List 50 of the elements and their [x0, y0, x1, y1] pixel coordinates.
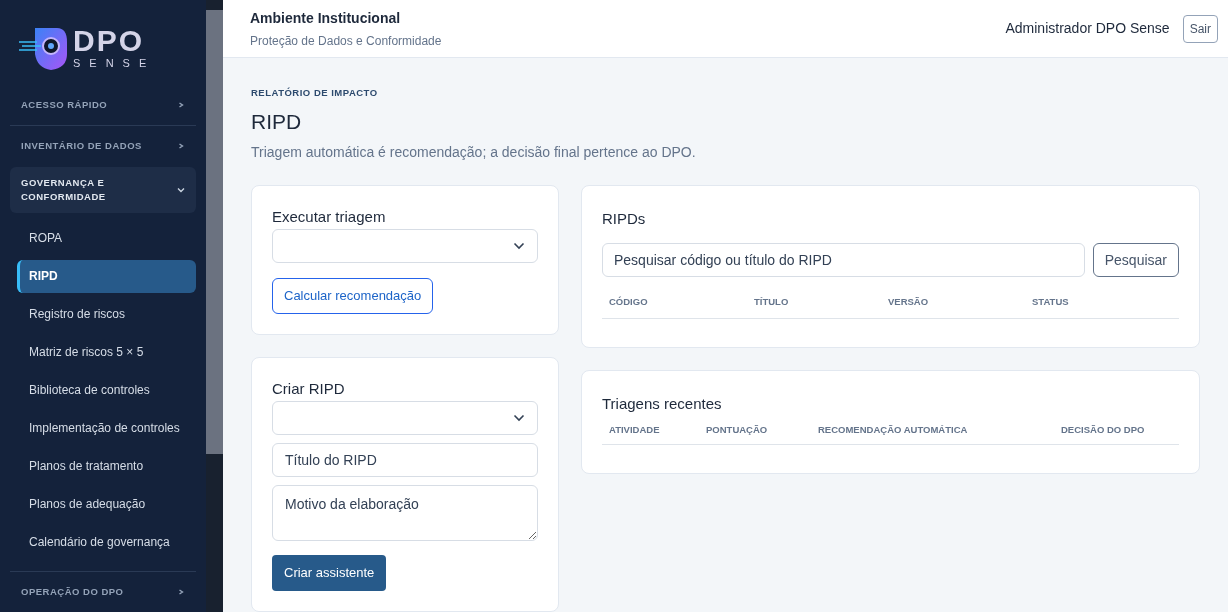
chevron-down-icon: [513, 242, 525, 251]
reason-textarea[interactable]: Motivo da elaboração: [272, 485, 538, 542]
column-header: CÓDIGO: [609, 295, 649, 310]
sidebar-group[interactable]: GOVERNANÇA E CONFORMIDADE: [10, 167, 196, 213]
card-title: Criar RIPD: [272, 378, 346, 399]
column-header: TÍTULO: [754, 295, 790, 310]
calculate-button[interactable]: Calcular recomendação: [272, 278, 434, 314]
sidebar-group[interactable]: ACESSO RÁPIDO: [10, 85, 196, 125]
select-field[interactable]: [272, 401, 538, 436]
sidebar-item[interactable]: ROPA: [17, 222, 196, 255]
scrollbar-thumb[interactable]: [206, 10, 223, 454]
sidebar-item[interactable]: Biblioteca de controles: [17, 374, 196, 407]
sidebar-item[interactable]: Implementação de controles: [17, 412, 196, 445]
sidebar-item[interactable]: Planos de adequação: [17, 488, 196, 521]
logo-title: DPO: [73, 26, 145, 56]
page-title: RIPD: [251, 109, 303, 136]
header-title: Ambiente Institucional: [250, 8, 402, 28]
scrollbar[interactable]: [206, 0, 223, 612]
sidebar-group[interactable]: OPERAÇÃO DO DPO: [10, 572, 196, 612]
column-header: STATUS: [1032, 295, 1070, 310]
logo-subtitle: SENSE: [73, 58, 156, 69]
column-header: RECOMENDAÇÃO AUTOMÁTICA: [818, 423, 969, 437]
select-field[interactable]: [272, 229, 538, 264]
sidebar-item[interactable]: Calendário de governança: [17, 526, 196, 559]
chevron-icon: [177, 142, 185, 150]
sidebar-item[interactable]: Matriz de riscos 5 × 5: [17, 336, 196, 369]
chevron-icon: [177, 101, 185, 109]
column-header: ATIVIDADE: [609, 423, 661, 437]
column-header: DECISÃO DO DPO: [1061, 423, 1146, 437]
sidebar-item[interactable]: Planos de tratamento: [17, 450, 196, 483]
logout-button[interactable]: Sair: [1182, 14, 1218, 43]
user-name: Administrador DPO Sense: [1005, 19, 1170, 38]
card-title: Triagens recentes: [602, 393, 723, 414]
page-description: Triagem automática é recomendação; a decisão final pertence ao DPO.: [251, 142, 697, 162]
title-input[interactable]: Título do RIPD: [272, 443, 538, 478]
card-title: Executar triagem: [272, 206, 387, 227]
create-button[interactable]: Criar assistente: [272, 555, 387, 591]
chevron-down-icon: [513, 414, 525, 423]
sidebar-item[interactable]: RIPD: [17, 260, 196, 293]
column-header: PONTUAÇÃO: [706, 423, 769, 437]
search-button[interactable]: Pesquisar: [1092, 243, 1179, 278]
chevron-icon: [177, 186, 185, 194]
search-field[interactable]: Pesquisar código ou título do RIPD: [602, 243, 1085, 278]
header-subtitle: Proteção de Dados e Conformidade: [250, 32, 442, 50]
chevron-icon: [177, 588, 185, 596]
column-header: VERSÃO: [888, 295, 930, 310]
sidebar-item[interactable]: Registro de riscos: [17, 298, 196, 331]
sidebar-group[interactable]: INVENTÁRIO DE DADOS: [10, 126, 196, 166]
page-eyebrow: RELATÓRIO DE IMPACTO: [251, 86, 379, 100]
card-title: RIPDs: [602, 208, 647, 229]
